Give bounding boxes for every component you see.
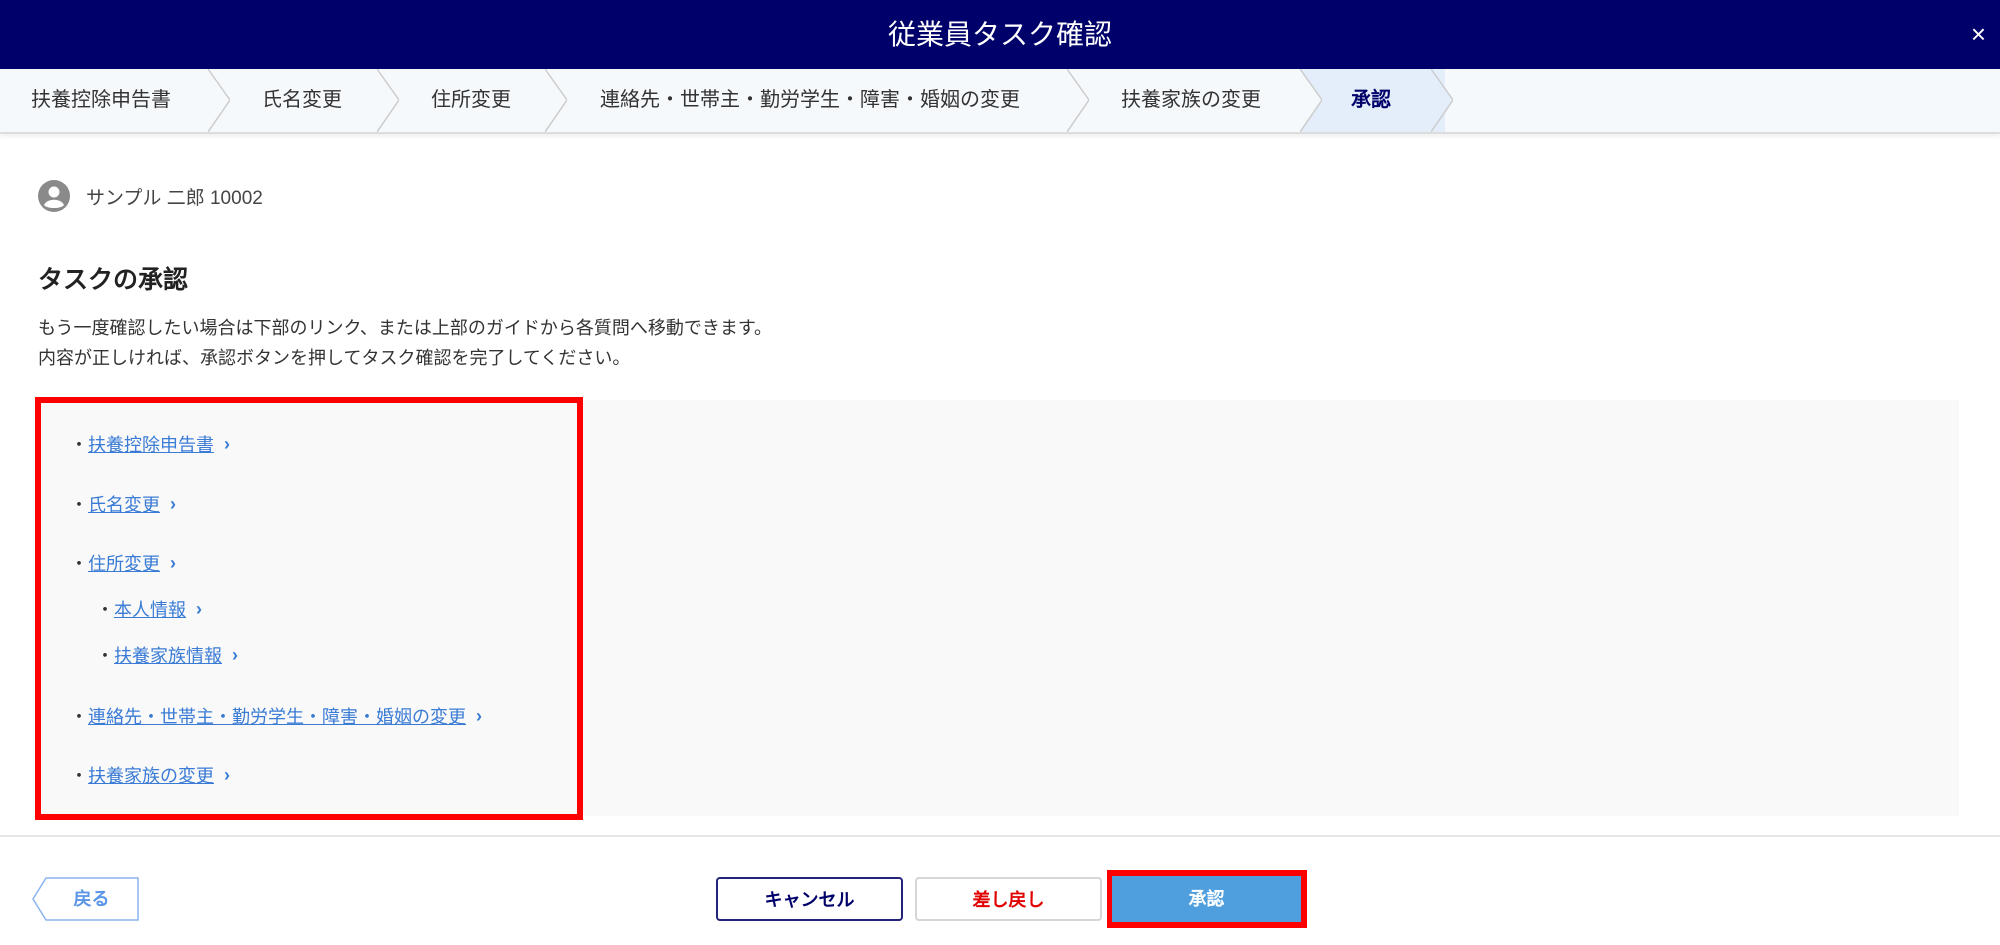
footer-divider [0, 835, 2000, 837]
step-separator [1431, 69, 1453, 132]
back-button[interactable]: 戻る [32, 877, 139, 921]
step-approval[interactable]: 承認 [1351, 69, 1391, 132]
description: もう一度確認したい場合は下部のリンク、または上部のガイドから各質問へ移動できます… [38, 313, 772, 373]
employee-name: サンプル 二郎 10002 [86, 187, 263, 209]
approve-button[interactable]: 承認 [1112, 876, 1301, 922]
description-line-1: もう一度確認したい場合は下部のリンク、または上部のガイドから各質問へ移動できます… [38, 318, 773, 338]
cancel-button[interactable]: キャンセル [716, 877, 903, 921]
step-separator [1067, 69, 1089, 132]
step-address-change[interactable]: 住所変更 [431, 69, 511, 132]
employee-info: サンプル 二郎 10002 [38, 180, 263, 212]
step-separator [1300, 69, 1322, 132]
step-dependents-change[interactable]: 扶養家族の変更 [1121, 69, 1261, 132]
step-separator [377, 69, 399, 132]
step-separator [208, 69, 230, 132]
section-heading: タスクの承認 [38, 266, 189, 294]
user-avatar-icon [38, 180, 70, 212]
modal-header: 従業員タスク確認 × [0, 0, 2000, 69]
approve-highlight: 承認 [1107, 870, 1307, 928]
back-label: 戻る [73, 889, 110, 909]
remand-button[interactable]: 差し戻し [915, 877, 1102, 921]
step-contact-change[interactable]: 連絡先・世帯主・勤労学生・障害・婚姻の変更 [600, 69, 1020, 132]
close-icon[interactable]: × [1971, 0, 1986, 69]
description-line-2: 内容が正しければ、承認ボタンを押してタスク確認を完了してください。 [38, 348, 631, 368]
step-separator [545, 69, 567, 132]
step-name-change[interactable]: 氏名変更 [262, 69, 342, 132]
highlight-box [35, 397, 583, 820]
step-navigation: 扶養控除申告書 氏名変更 住所変更 連絡先・世帯主・勤労学生・障害・婚姻の変更 … [0, 69, 2000, 134]
modal-title: 従業員タスク確認 [887, 19, 1112, 50]
step-fuyou-koujo[interactable]: 扶養控除申告書 [31, 69, 171, 132]
